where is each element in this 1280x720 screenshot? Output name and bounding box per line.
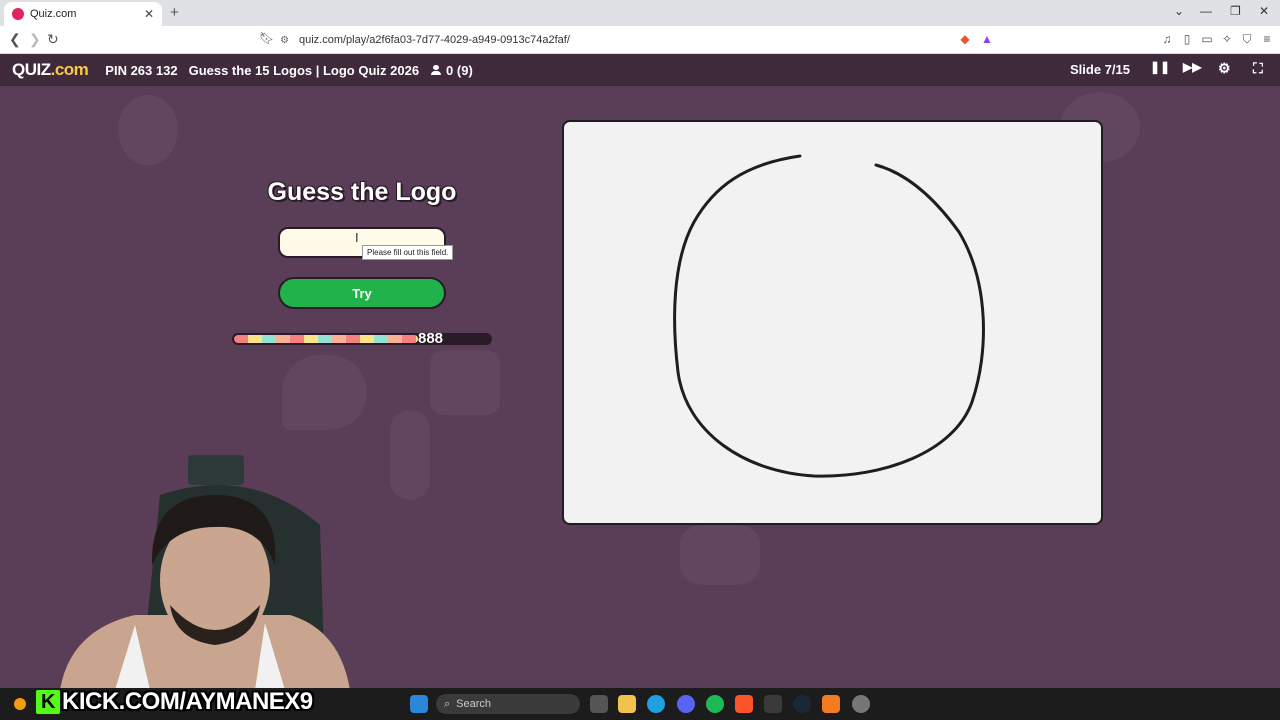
brave-shield-icon[interactable]: ◆ [958, 32, 972, 46]
taskbar-search-placeholder: Search [456, 698, 492, 710]
windows-start-icon[interactable] [410, 695, 428, 713]
quiz-header: QUIZ.com PIN 263 132 Guess the 15 Logos … [0, 54, 1280, 86]
quiz-logo[interactable]: QUIZ.com [12, 60, 89, 80]
player-count-text: 0 (9) [446, 62, 473, 78]
drawn-circle-stroke [673, 154, 985, 478]
webcam-streamer-figure [60, 455, 350, 690]
skip-forward-icon[interactable]: ▶▶ [1183, 60, 1201, 74]
terminal-icon[interactable] [764, 695, 782, 713]
bg-heart-decoration [282, 355, 367, 430]
minimize-icon[interactable]: — [1200, 4, 1212, 18]
search-icon: ⌕ [444, 697, 451, 710]
new-tab-icon[interactable]: + [170, 4, 179, 21]
timer-bar [232, 333, 492, 345]
browser-tab[interactable]: Quiz.com ✕ [4, 2, 162, 26]
back-icon[interactable]: ❮ [9, 31, 21, 48]
bg-star-decoration-2 [680, 525, 760, 585]
bg-moon-decoration [118, 95, 178, 165]
site-info-icon[interactable]: ⚙ [280, 35, 289, 46]
kick-stream-banner: K KICK.COM/AYMANEX9 [36, 686, 313, 718]
media-icon[interactable]: ♫ [1160, 32, 1174, 46]
brave-rewards-icon[interactable]: ▲ [980, 32, 994, 46]
tab-list-chevron-icon[interactable]: ⌄ [1174, 4, 1184, 18]
settings-gear-icon[interactable]: ⚙ [1218, 60, 1231, 77]
drawing-canvas [562, 120, 1103, 525]
kick-banner-text: KICK.COM/AYMANEX9 [62, 688, 313, 715]
task-view-icon[interactable] [590, 695, 608, 713]
bookmark-icon[interactable]: 🔖︎ [259, 31, 274, 45]
person-icon [431, 65, 442, 75]
question-title: Guess the Logo [267, 178, 457, 206]
kick-logo-icon: K [36, 690, 60, 714]
try-button[interactable]: Try [278, 277, 446, 309]
url-text: quiz.com/play/a2f6fa03-7d77-4029-a949-09… [298, 34, 570, 46]
url-bar[interactable]: ⚙ quiz.com/play/a2f6fa03-7d77-4029-a949-… [280, 30, 950, 50]
tab-title: Quiz.com [30, 8, 77, 20]
webcam-overlay [40, 455, 370, 690]
sidebar-icon[interactable]: ▯ [1180, 32, 1194, 46]
browser-toolbar: ❮ ❯ ↻ 🔖︎ ⚙ quiz.com/play/a2f6fa03-7d77-4… [0, 26, 1280, 54]
spotify-icon[interactable] [706, 695, 724, 713]
restore-icon[interactable]: ❐ [1230, 4, 1241, 18]
pause-icon[interactable]: ❚❚ [1150, 60, 1170, 74]
edge-icon[interactable] [647, 695, 665, 713]
steam-icon[interactable] [793, 695, 811, 713]
discord-icon[interactable] [677, 695, 695, 713]
quiz-favicon-icon [12, 8, 24, 20]
forward-icon[interactable]: ❯ [29, 31, 41, 48]
quiz-title: Guess the 15 Logos | Logo Quiz 2026 [188, 62, 420, 78]
fullscreen-icon[interactable]: ⛶ [1253, 60, 1263, 77]
validation-tooltip: Please fill out this field. [362, 245, 454, 260]
close-tab-icon[interactable]: ✕ [144, 7, 154, 21]
vpn-icon[interactable]: ⛉ [1240, 32, 1254, 46]
timer-value: 888 [418, 330, 444, 347]
browser-tabbar: Quiz.com ✕ + ⌄ — ❐ ✕ [0, 0, 1280, 26]
obs-icon[interactable] [852, 695, 870, 713]
close-window-icon[interactable]: ✕ [1259, 4, 1269, 18]
wallet-icon[interactable]: ▭ [1200, 32, 1214, 46]
bg-star-decoration [430, 350, 500, 415]
drawing-svg [673, 154, 985, 478]
taskbar-search[interactable]: ⌕ Search [436, 694, 580, 714]
menu-icon[interactable]: ≡ [1260, 32, 1274, 46]
bg-candy-decoration [390, 410, 430, 500]
leo-ai-icon[interactable]: ✧ [1220, 32, 1234, 46]
file-explorer-icon[interactable] [618, 695, 636, 713]
slide-counter: Slide 7/15 [1070, 62, 1130, 77]
text-cursor-icon: I [355, 230, 359, 245]
reload-icon[interactable]: ↻ [47, 31, 59, 48]
timer-bar-fill [234, 335, 419, 343]
game-pin: PIN 263 132 [105, 62, 178, 78]
player-count: 0 (9) [431, 63, 473, 78]
weather-icon[interactable] [14, 698, 26, 710]
brave-icon[interactable] [735, 695, 753, 713]
app-icon-orange[interactable] [822, 695, 840, 713]
